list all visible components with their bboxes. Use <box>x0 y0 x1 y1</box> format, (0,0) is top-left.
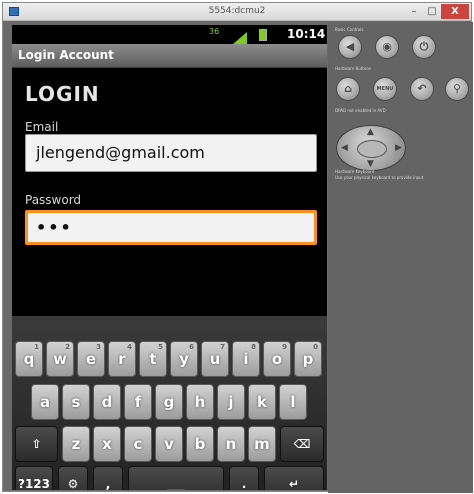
key-g[interactable]: g <box>155 384 183 420</box>
app-title: Login Account <box>18 48 114 62</box>
key-hint-label: 7 <box>220 343 225 351</box>
key-x[interactable]: x <box>93 426 121 462</box>
key-m[interactable]: m <box>248 426 276 462</box>
key-l[interactable]: l <box>279 384 307 420</box>
key-p[interactable]: p0 <box>294 341 322 377</box>
window-title: 5554:dcmu2 <box>208 6 266 16</box>
key-u[interactable]: u7 <box>201 341 229 377</box>
app-title-bar: Login Account <box>12 44 327 68</box>
hardware-buttons-label: Hardware Buttons <box>335 66 372 71</box>
dpad-right-icon[interactable]: ▶ <box>395 143 402 153</box>
window-title-bar: 5554:dcmu2 – □ X <box>3 3 471 21</box>
minimize-button[interactable]: – <box>405 4 423 19</box>
shift-key-icon[interactable]: ⇧ <box>15 426 58 462</box>
key-hint-label: 5 <box>158 343 163 351</box>
key-hint-label: 6 <box>189 343 194 351</box>
dpad-down-icon[interactable]: ▼ <box>367 159 374 169</box>
key-c[interactable]: c <box>124 426 152 462</box>
battery-icon <box>259 29 267 41</box>
key-w[interactable]: w2 <box>46 341 74 377</box>
dpad-up-icon[interactable]: ▲ <box>367 127 374 137</box>
key-hint-label: 8 <box>251 343 256 351</box>
key-hint-label: 9 <box>282 343 287 351</box>
power-icon[interactable]: ⏻ <box>412 35 436 59</box>
key-j[interactable]: j <box>217 384 245 420</box>
key-v[interactable]: v <box>155 426 183 462</box>
password-field[interactable]: ••• <box>25 210 317 245</box>
key-n[interactable]: n <box>217 426 245 462</box>
key-i[interactable]: i8 <box>232 341 260 377</box>
hardware-keyboard-label: Hardware Keyboard <box>335 169 375 174</box>
menu-icon[interactable]: MENU <box>373 77 397 101</box>
key-d[interactable]: d <box>93 384 121 420</box>
login-heading: LOGIN <box>25 82 100 106</box>
volume-down-icon[interactable]: ◀ <box>338 35 362 59</box>
key-r[interactable]: r4 <box>108 341 136 377</box>
notification-icon: 36 <box>209 27 220 36</box>
key-hint-label: 4 <box>127 343 132 351</box>
key-hint-label: 2 <box>65 343 70 351</box>
home-icon[interactable]: ⌂ <box>336 77 360 101</box>
settings-key-icon[interactable]: ⚙ <box>58 466 88 490</box>
key-f[interactable]: f <box>124 384 152 420</box>
key-z[interactable]: z <box>62 426 90 462</box>
dpad[interactable]: ▲ ▼ ◀ ▶ <box>336 125 406 171</box>
dpad-center[interactable] <box>357 140 387 158</box>
password-label: Password <box>25 193 82 207</box>
space-key[interactable]: ___ <box>128 466 224 490</box>
status-bar: 36 10:14 <box>12 25 327 44</box>
backspace-key-icon[interactable]: ⌫ <box>280 426 324 462</box>
key-o[interactable]: o9 <box>263 341 291 377</box>
search-icon[interactable]: ⚲ <box>445 77 469 101</box>
key-y[interactable]: y6 <box>170 341 198 377</box>
key-hint-label: 1 <box>34 343 39 351</box>
back-icon[interactable]: ↶ <box>410 77 434 101</box>
close-button[interactable]: X <box>441 4 469 19</box>
clock: 10:14 <box>287 27 326 41</box>
key-k[interactable]: k <box>248 384 276 420</box>
enter-key-icon[interactable]: ↵ <box>264 466 324 490</box>
key-a[interactable]: a <box>31 384 59 420</box>
email-field[interactable]: jlengend@gmail.com <box>25 134 317 172</box>
key-hint-label: 3 <box>96 343 101 351</box>
hardware-keyboard-note: Use your physical keyboard to provide in… <box>335 175 424 180</box>
dpad-note: DPAD not enabled in AVD <box>335 108 386 113</box>
key-e[interactable]: e3 <box>77 341 105 377</box>
dpad-left-icon[interactable]: ◀ <box>341 143 348 153</box>
signal-icon <box>233 29 247 44</box>
soft-keyboard: q 1 w 2 e 3 r 4 t 5 y 6 u 7 i 8 o 9 p 0 a s d f g h j k l ⇧ z x c v b n m ⌫ ?1… <box>12 316 327 490</box>
key-t[interactable]: t5 <box>139 341 167 377</box>
device-screen: 36 10:14 Login Account LOGIN Email jleng… <box>12 25 327 490</box>
email-label: Email <box>25 120 59 134</box>
control-panel: Basic Controls ◀ ◉ ⏻ Hardware Buttons ⌂ … <box>328 22 473 493</box>
key-s[interactable]: s <box>62 384 90 420</box>
comma-key[interactable]: , <box>93 466 123 490</box>
volume-up-icon[interactable]: ◉ <box>375 35 399 59</box>
key-q[interactable]: q1 <box>15 341 43 377</box>
symbols-key[interactable]: ?123 <box>15 466 53 490</box>
key-h[interactable]: h <box>186 384 214 420</box>
basic-controls-label: Basic Controls <box>335 27 364 32</box>
key-hint-label: 0 <box>313 343 318 351</box>
period-key[interactable]: . <box>229 466 259 490</box>
maximize-button[interactable]: □ <box>423 4 441 19</box>
key-b[interactable]: b <box>186 426 214 462</box>
emulator-window: 5554:dcmu2 – □ X 36 10:14 Login Account … <box>2 2 473 493</box>
